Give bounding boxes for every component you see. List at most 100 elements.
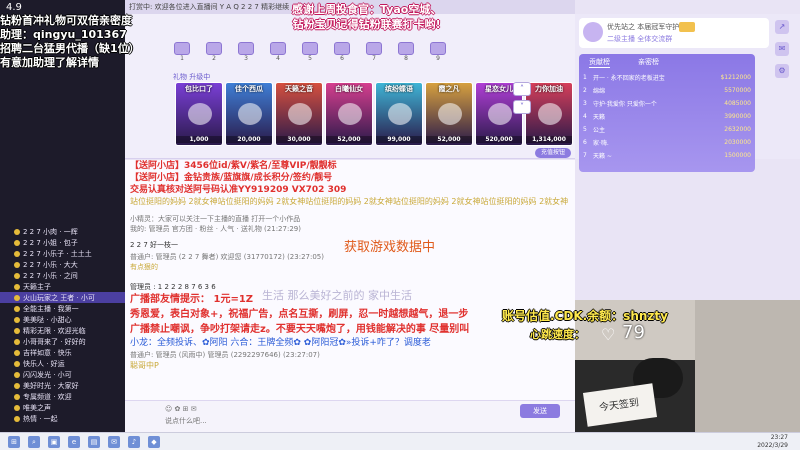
level-badge[interactable]: 9 [429, 42, 447, 66]
gift-item[interactable]: 佳个西瓜 20,000 [225, 82, 273, 146]
rank-list: 贡献榜 亲密榜 1 开一 · 永不回家的老板进宝 $1212000 2 绵绵 557000… [579, 54, 755, 172]
list-item[interactable]: 2 2 7 小姐 · 包子 [0, 237, 125, 248]
list-item[interactable]: 火山玩家之 王者 · 小可 [0, 292, 125, 303]
user-badge-icon [14, 316, 20, 323]
user-name: 精彩无限 · 欢迎光临 [23, 326, 86, 335]
avatar[interactable] [583, 22, 603, 42]
rank-score: 3990000 [724, 113, 751, 120]
gift-item[interactable]: 缤纷蝶语 99,000 [375, 82, 423, 146]
settings-icon[interactable]: ⚙ [775, 64, 789, 78]
send-button[interactable]: 发送 [520, 404, 560, 418]
rank-score: 2632000 [724, 126, 751, 133]
list-item[interactable]: 专属频道 · 欢迎 [0, 391, 125, 402]
music-icon[interactable]: ♪ [128, 435, 140, 448]
heartbeat-label: 心跳速度： [530, 328, 585, 341]
gift-price: 30,000 [276, 136, 322, 143]
gift-item[interactable]: 天籁之音 30,000 [275, 82, 323, 146]
gift-item[interactable]: 白曦仙女 52,000 [325, 82, 373, 146]
level-badge[interactable]: 6 [333, 42, 351, 66]
list-item[interactable]: 精彩无限 · 欢迎光临 [0, 325, 125, 336]
gift-image [288, 103, 312, 125]
gift-icon[interactable]: ✉ [775, 42, 789, 56]
emoji-toolbar[interactable]: ☺ ✿ ⊞ ✉ [165, 405, 197, 413]
user-badge-icon [14, 382, 20, 389]
chat-message: 【送阿小店】金钻贵族/蓝旗旗/成长积分/签约/靓号 [130, 173, 333, 183]
list-item[interactable]: 2 2 7 小乐子 · 土土土 [0, 248, 125, 259]
envelope-icon [334, 42, 350, 55]
list-item[interactable]: 闪闪发光 · 小可 [0, 369, 125, 380]
level-badge[interactable]: 3 [237, 42, 255, 66]
caption-overlay: 生活 那么美好之前的 家中生活 [262, 289, 412, 302]
list-item[interactable]: 2 2 7 小肉 · 一辉 [0, 226, 125, 237]
list-item[interactable]: 全能主播 · 我第一 [0, 303, 125, 314]
level-badge[interactable]: 4 [269, 42, 287, 66]
recharge-button[interactable]: 充值按钮 [535, 148, 571, 158]
rank-row[interactable]: 4 天籁 3990000 [583, 111, 751, 122]
follow-button[interactable] [679, 22, 695, 32]
user-name: 2 2 7 小乐 · 大大 [23, 260, 78, 269]
rank-user: 公主 [593, 127, 606, 134]
rank-row[interactable]: 1 开一 · 永不回家的老板进宝 $1212000 [583, 72, 751, 83]
level-badges: 1 2 3 4 5 6 7 8 9 [173, 42, 447, 66]
list-item[interactable]: 吉祥如意 · 快乐 [0, 347, 125, 358]
rank-row[interactable]: 6 家·嗨. 2030000 [583, 137, 751, 148]
level-badge[interactable]: 5 [301, 42, 319, 66]
search-icon[interactable]: ⌕ [28, 435, 40, 448]
gift-image [338, 103, 362, 125]
rank-row[interactable]: 5 公主 2632000 [583, 124, 751, 135]
chat-message: 【送阿小店】3456位id/紫V/紫名/至尊VIP/靓靓标 [130, 161, 337, 171]
chat-input[interactable] [165, 415, 465, 427]
user-badge-icon [14, 283, 20, 290]
rank-number: 2 [583, 87, 587, 94]
rank-row[interactable]: 3 守护·我爱你 只爱你一个 4085000 [583, 98, 751, 109]
list-item[interactable]: 天籁主子 [0, 281, 125, 292]
list-item[interactable]: 热情 · 一起 [0, 413, 125, 424]
list-item[interactable]: 2 2 7 小乐 · 大大 [0, 259, 125, 270]
user-badge-icon [14, 250, 20, 257]
envelope-icon [430, 42, 446, 55]
rank-row[interactable]: 7 天籁 ~ 1500000 [583, 150, 751, 161]
level-badge[interactable]: 2 [205, 42, 223, 66]
gift-item[interactable]: 包比口了 1,000 [175, 82, 223, 146]
list-item[interactable]: 美美哒 · 小甜心 [0, 314, 125, 325]
rank-number: 4 [583, 113, 587, 120]
gift-image [238, 103, 262, 125]
rank-score: 5570000 [724, 87, 751, 94]
list-item[interactable]: 唯美之声 [0, 402, 125, 413]
chat-area: 【送阿小店】3456位id/紫V/紫名/至尊VIP/靓靓标 【送阿小店】金钻贵族… [125, 160, 575, 400]
user-name: 专属频道 · 欢迎 [23, 392, 72, 401]
taskview-icon[interactable]: ▣ [48, 435, 60, 448]
list-item[interactable]: 小哥哥来了 · 好好的 [0, 336, 125, 347]
list-item[interactable]: 美好时光 · 大家好 [0, 380, 125, 391]
user-name: 快乐人 · 好运 [23, 359, 65, 368]
user-name: 吉祥如意 · 快乐 [23, 348, 72, 357]
gift-scroll-down-button[interactable]: ˅ [513, 100, 531, 114]
gift-item[interactable]: 霞之凡 52,000 [425, 82, 473, 146]
chat-app-icon[interactable]: ✉ [108, 435, 120, 448]
game-icon[interactable]: ◆ [148, 435, 160, 448]
heart-icon: ♡ [601, 325, 616, 344]
tab-intimacy[interactable]: 亲密榜 [638, 57, 659, 68]
browser-icon[interactable]: e [68, 435, 80, 448]
list-item[interactable]: 2 2 7 小乐 · 之间 [0, 270, 125, 281]
windows-icon[interactable]: ⊞ [8, 435, 20, 448]
level-badge[interactable]: 8 [397, 42, 415, 66]
gift-scroll-up-button[interactable]: ˄ [513, 82, 531, 96]
user-badge-icon [14, 349, 20, 356]
rank-user: 绵绵 [593, 88, 606, 95]
anchor-info: 优先站之 本届冠军守护神 二级主播 全体交流群 [579, 18, 769, 48]
rank-row[interactable]: 2 绵绵 5570000 [583, 85, 751, 96]
level-badge[interactable]: 7 [365, 42, 383, 66]
user-badge-icon [14, 261, 20, 268]
tab-contribution[interactable]: 贡献榜 [589, 57, 610, 68]
folder-icon[interactable]: ▤ [88, 435, 100, 448]
user-badge-icon [14, 415, 20, 422]
badge-number: 3 [244, 55, 248, 62]
share-icon[interactable]: ↗ [775, 20, 789, 34]
list-item[interactable]: 快乐人 · 好运 [0, 358, 125, 369]
overlay-line: 助理：qingyu_101367 [0, 28, 127, 41]
envelope-icon [238, 42, 254, 55]
gift-item[interactable]: 力你加油 1,314,000 [525, 82, 573, 146]
gift-name: 佳个西瓜 [235, 85, 263, 93]
stream-overlay-text: 钻粉首冲礼物可双倍亲密度 助理：qingyu_101367 招聘二台猛男代播（缺… [0, 14, 180, 70]
